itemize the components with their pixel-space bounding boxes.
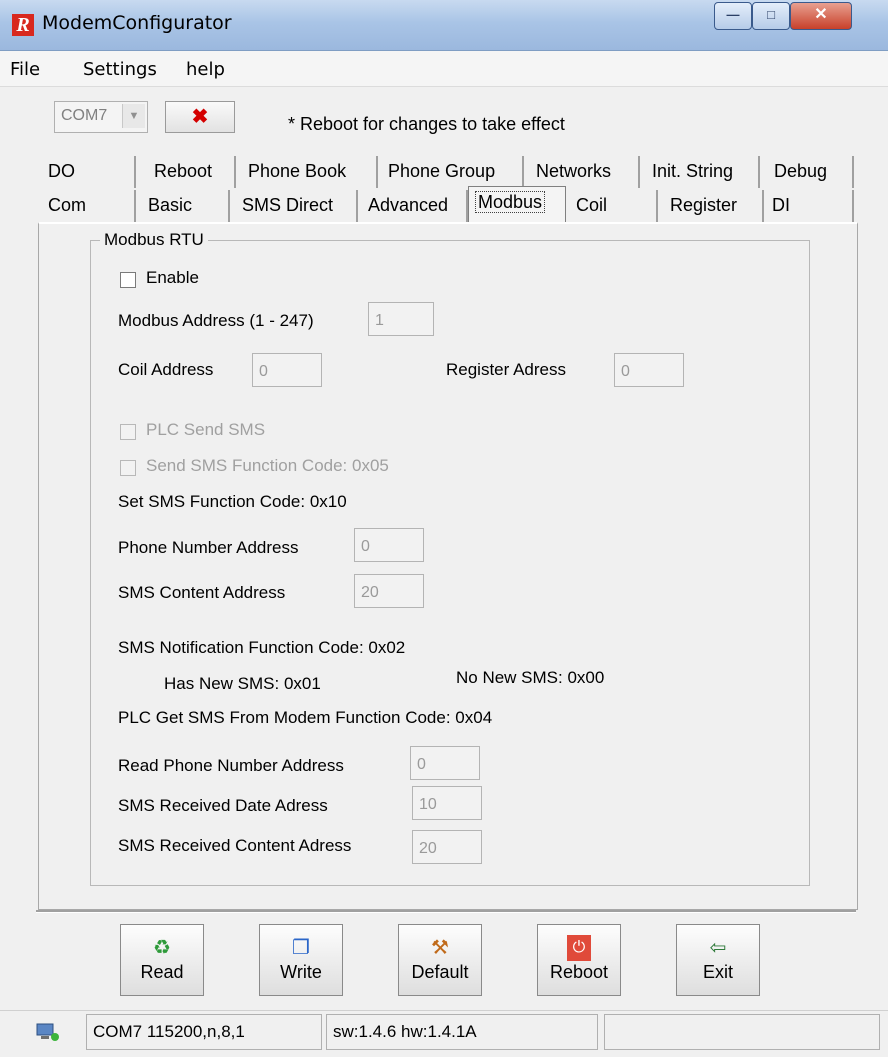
register-address-label: Register Adress [446,360,566,379]
menu-bar: File Settings help [0,51,888,87]
read-button[interactable]: ♻ Read [120,924,204,996]
tab-init-string[interactable]: Init. String [646,156,760,188]
tab-phone-group[interactable]: Phone Group [382,156,524,188]
disconnect-button[interactable]: ✖ [165,101,235,133]
reboot-note: * Reboot for changes to take effect [288,114,565,134]
exit-door-icon: ⇦ [709,937,727,959]
status-version: sw:1.4.6 hw:1.4.1A [326,1014,598,1050]
plc-send-sms-label: PLC Send SMS [146,420,266,439]
register-address-input[interactable]: 0 [614,353,684,387]
tab-phone-book[interactable]: Phone Book [242,156,378,188]
maximize-button[interactable]: □ [752,2,790,30]
tab-reboot[interactable]: Reboot [148,156,236,188]
status-extra [604,1014,880,1050]
menu-file[interactable]: File [10,59,40,80]
group-title: Modbus RTU [100,230,208,250]
enable-label: Enable [146,268,199,287]
windows-stack-icon: ❐ [292,937,310,959]
tab-coil[interactable]: Coil [570,190,658,222]
default-button[interactable]: ⚒ Default [398,924,482,996]
plc-send-sms-checkbox[interactable] [120,424,136,440]
power-icon: ⏻ [567,935,591,961]
set-sms-fc-label: Set SMS Function Code: 0x10 [118,492,347,511]
menu-settings[interactable]: Settings [83,59,157,80]
plc-get-sms-fc-label: PLC Get SMS From Modem Function Code: 0x… [118,708,493,727]
minimize-button[interactable]: — [714,2,752,30]
app-logo-icon: R [12,14,34,36]
exit-button[interactable]: ⇦ Exit [676,924,760,996]
has-new-sms-label: Has New SMS: 0x01 [164,674,321,693]
modbus-address-label: Modbus Address (1 - 247) [118,311,314,330]
chevron-down-icon[interactable]: ▼ [122,104,145,128]
read-phone-address-label: Read Phone Number Address [118,756,344,775]
tab-basic[interactable]: Basic [142,190,230,222]
read-phone-address-input[interactable]: 0 [410,746,480,780]
app-window: R ModemConfigurator — □ ✕ File Settings … [0,0,888,1057]
tab-debug[interactable]: Debug [768,156,854,188]
tab-register[interactable]: Register [664,190,764,222]
send-sms-fc-checkbox[interactable] [120,460,136,476]
phone-number-address-input[interactable]: 0 [354,528,424,562]
title-bar[interactable]: R ModemConfigurator — □ ✕ [0,0,888,51]
tab-sms-direct[interactable]: SMS Direct [236,190,358,222]
received-content-address-label: SMS Received Content Adress [118,836,352,855]
status-port-info: COM7 115200,n,8,1 [86,1014,322,1050]
window-title: ModemConfigurator [42,12,232,34]
received-date-address-input[interactable]: 10 [412,786,482,820]
enable-checkbox[interactable] [120,272,136,288]
tab-com[interactable]: Com [42,190,136,222]
no-new-sms-label: No New SMS: 0x00 [456,668,605,687]
menu-help[interactable]: help [186,59,225,80]
notification-fc-label: SMS Notification Function Code: 0x02 [118,638,406,657]
tools-icon: ⚒ [431,937,449,959]
close-button[interactable]: ✕ [790,2,852,30]
write-button[interactable]: ❐ Write [259,924,343,996]
com-port-select[interactable]: COM7 ▼ [54,101,148,133]
divider [36,910,856,913]
modbus-address-input[interactable]: 1 [368,302,434,336]
received-date-address-label: SMS Received Date Adress [118,796,328,815]
tab-di[interactable]: DI [766,190,854,222]
received-content-address-input[interactable]: 20 [412,830,482,864]
network-status-icon [36,1022,60,1042]
com-port-value: COM7 [61,107,108,124]
tab-advanced[interactable]: Advanced [362,190,468,222]
tab-networks[interactable]: Networks [530,156,640,188]
phone-number-address-label: Phone Number Address [118,538,299,557]
sms-content-address-label: SMS Content Address [118,583,286,602]
recycle-icon: ♻ [153,937,171,959]
tab-do[interactable]: DO [42,156,136,188]
tab-modbus[interactable]: Modbus [468,186,566,224]
coil-address-input[interactable]: 0 [252,353,322,387]
sms-content-address-input[interactable]: 20 [354,574,424,608]
coil-address-label: Coil Address [118,360,214,379]
reboot-button[interactable]: ⏻ Reboot [537,924,621,996]
send-sms-fc-label: Send SMS Function Code: 0x05 [146,456,389,475]
